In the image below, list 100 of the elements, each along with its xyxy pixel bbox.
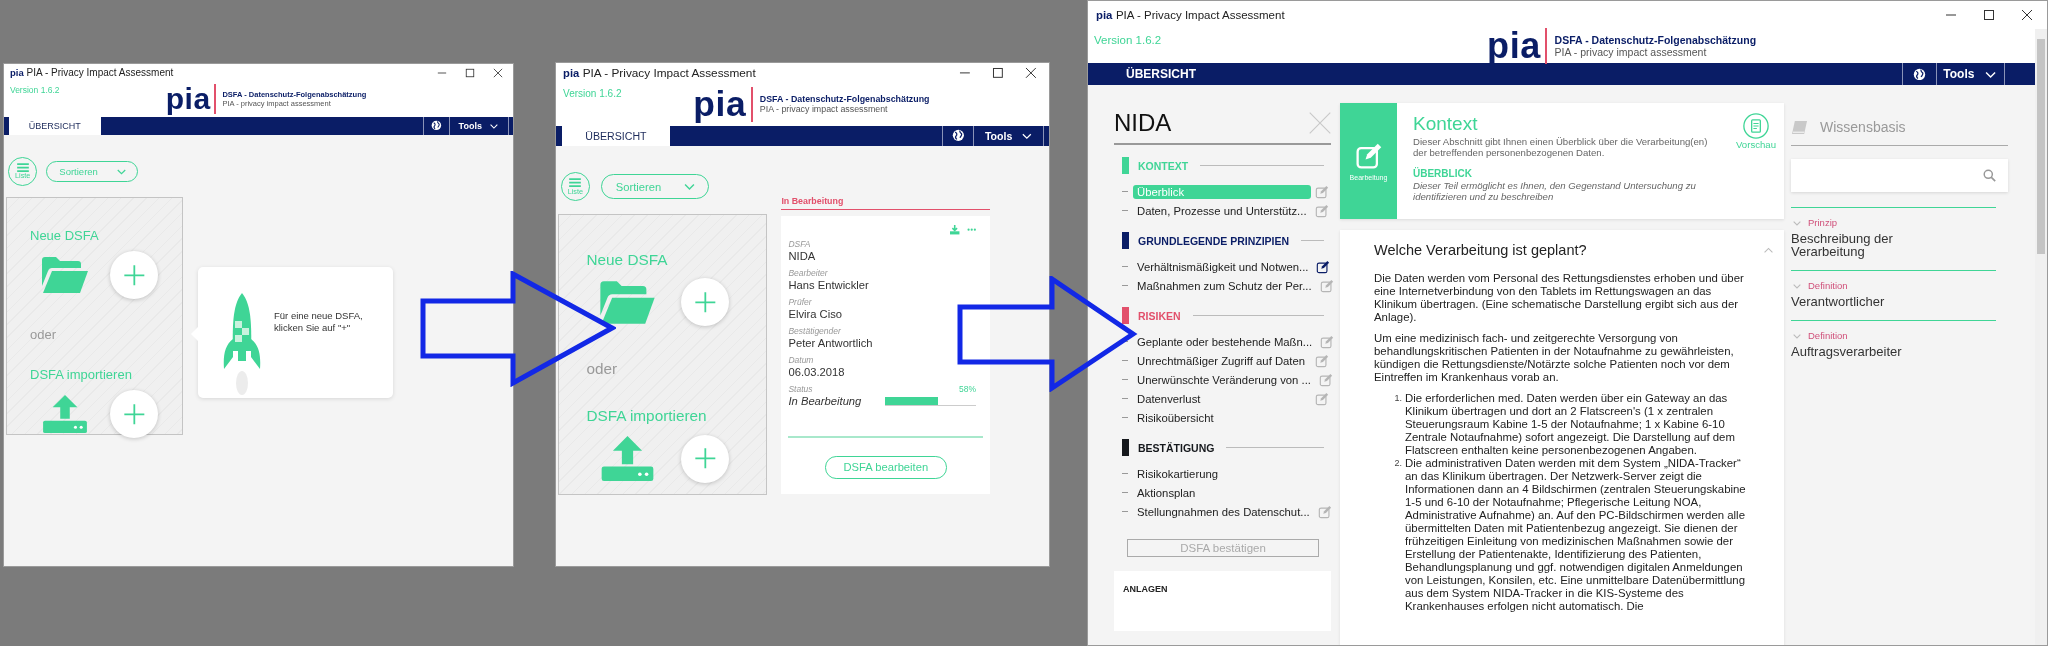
field-label: Status [788,384,813,395]
folder-icon [40,254,90,295]
app-icon: pia [1096,9,1113,21]
subsection-description: Dieser Teil ermöglicht es Ihnen, den Gegenstand Untersuchung zu identifizieren und zu beschreiben [1413,180,1697,203]
answer-list-item: Die erforderlichen med. Daten werden über ein Gateway an das Klinikum übertragen und dort an 2 Flatscreen's (1 x zentralen Steuerungsraum Kabine 1-5 der Notaufnahme; 1 x Kabine 6-10 Zentrale Notaufnahme) sofort angezeigt. Die Darstellung auf dem Flatscreen enthalten keine personenbezogenen Angaben. [1405,392,1736,457]
globe-icon [951,129,965,143]
add-button[interactable] [680,278,729,327]
import-pia-label: DSFA importieren [30,367,133,383]
list-number: 1. [1393,392,1403,405]
download-icon[interactable] [950,225,960,235]
entry-category: Prinzip [1808,217,1838,228]
import-pia-label: DSFA importieren [586,407,708,426]
list-number: 2. [1393,457,1403,470]
maximize-icon[interactable] [1983,9,1995,21]
logo: pia [693,86,753,122]
language-button[interactable] [942,125,975,147]
window-title: PIA - Privacy Impact Assessment [26,67,174,78]
entry-category: Definition [1808,280,1848,291]
nav-item[interactable]: Geplante oder bestehende Maßn... [1133,334,1317,349]
edit-icon[interactable] [1316,259,1331,274]
or-label: oder [586,359,619,378]
search-field[interactable] [1791,159,2008,192]
nav-item[interactable]: Datenverlust [1133,391,1311,406]
window-title: PIA - Privacy Impact Assessment [1115,9,1285,21]
field-label: Bearbeiter [788,268,829,279]
or-label: oder [30,327,58,343]
version-label: Version 1.6.2 [9,85,60,96]
entry-title[interactable]: Auftragsverarbeiter [1791,345,1911,358]
globe-icon [430,120,442,132]
maximize-icon[interactable] [992,67,1005,79]
close-icon[interactable] [493,67,503,78]
pia-title: NIDA [1114,109,1172,137]
tab[interactable]: ÜBERSICHT [9,117,101,135]
section-description: Dieser Abschnitt gibt Ihnen einen Überblick über die Verarbeitung(en) der betreffenden personenbezogenen Daten. [1413,136,1709,159]
entry-category: Definition [1808,330,1848,341]
app-tagline: PIA - privacy impact assessment [759,104,888,115]
question-title: Welche Verarbeitung ist geplant? [1374,242,1587,258]
app-icon: pia [563,67,580,79]
nav-item[interactable]: Verhältnismäßigkeit und Notwen... [1133,259,1313,274]
version-label: Version 1.6.2 [1094,34,1162,46]
version-label: Version 1.6.2 [563,88,622,100]
nav-item[interactable]: Maßnahmen zum Schutz der Per... [1133,278,1316,293]
nav-item[interactable]: Stellungnahmen des Datenschut... [1133,504,1314,519]
knowledge-base-title: Wissensbasis [1820,119,1906,135]
close-icon[interactable] [1025,67,1038,79]
upload-icon [40,394,90,435]
field-label: Bestätigender [788,326,842,337]
field-value: NIDA [788,249,817,264]
maximize-icon[interactable] [465,67,475,78]
app-subtitle: DSFA - Datenschutz-Folgenabschätzung [1554,34,1757,46]
app-tagline: PIA - privacy impact assessment [1554,46,1708,58]
chevron-down-icon [1020,131,1033,141]
nav-item[interactable]: Unerwünschte Veränderung von ... [1133,372,1315,387]
section-heading: GRUNDLEGENDE PRINZIPIEN [1138,234,1290,247]
field-label: Prüfer [788,297,813,308]
field-value: Peter Antwortlich [788,336,874,351]
book-icon [1791,119,1808,135]
field-value: 06.03.2018 [788,365,846,380]
status-value: In Bearbeitung [788,394,862,409]
list-icon [569,178,582,188]
nav-item[interactable]: Risikokartierung [1133,466,1313,481]
tab[interactable]: ÜBERSICHT [1088,63,1234,85]
nav-item[interactable]: Aktionsplan [1133,485,1313,500]
field-value: Hans Entwickler [788,278,870,293]
section-title: Kontext [1413,113,1479,135]
globe-icon [1913,67,1926,81]
search-icon [1983,169,1996,182]
add-button[interactable] [110,250,158,299]
answer-paragraph: Um eine medizinisch fach- und zeitgerechte Versorgung von behandlungskritischen Patienten in der Notaufnahme zu gewährleisten, kündigen die Rettungsdienste/Notärzte solche Patienten noch vor dem Eintreffen im Krankenhaus vorab an. [1374,332,1735,384]
section-heading: KONTEXT [1138,159,1189,172]
chevron-up-icon[interactable] [1763,245,1774,255]
new-pia-label: Neue DSFA [586,250,669,269]
field-value: Elvira Ciso [788,307,843,322]
entry-title[interactable]: Verantwortlicher [1791,295,1911,308]
tab[interactable]: ÜBERSICHT [561,125,670,147]
attachments-heading: ANLAGEN [1123,584,1168,594]
field-label: DSFA [788,239,812,250]
nav-item[interactable]: Daten, Prozesse und Unterstütz... [1133,203,1311,218]
answer-paragraph: Die Daten werden vom Personal des Rettungsdienstes erhoben und über eine Internetverbindung von den Tablets im Rettungswagen an das Klinikum übertragen. (Eine schematische Darstellung ergibt sich aus der Anlage). [1374,272,1744,324]
field-label: Datum [788,355,815,366]
list-icon [16,162,29,173]
language-button[interactable] [422,117,450,135]
close-icon[interactable] [2021,9,2033,21]
nav-item[interactable]: Risikoübersicht [1133,410,1313,425]
new-pia-label: Neue DSFA [30,227,100,243]
app-icon: pia [10,67,24,78]
window-title: PIA - Privacy Impact Assessment [582,66,756,80]
progress-reading: 58% [959,384,977,394]
add-button[interactable] [680,434,729,483]
app-subtitle: DSFA - Datenschutz-Folgenabschätzung [759,94,930,105]
column-heading: In Bearbeitung [781,195,991,210]
nav-item[interactable]: Unrechtmäßiger Zugriff auf Daten [1133,353,1311,368]
language-button[interactable] [1902,63,1937,85]
document-icon [1743,113,1769,139]
scrollbar[interactable] [2035,29,2047,645]
entry-title[interactable]: Beschreibung der Verarbeitung [1791,232,1911,258]
chevron-down-icon [683,181,697,193]
answer-list-item: Die administrativen Daten werden mit dem System „NIDA-Tracker“ an das Klinikum übertragen. Der Netzwerk-Server zeigt die Informationen dann an 4 Bildschirmen (zentralen Steuerungskabine 1-5 und 6-10 der Notaufnahme; Pflegerische Leitung NOA, Administrative Aufnahme) an. Auf den PC-Bildschirmen werden alle übermittelten Daten mit Patientenbezug angezeigt. Sie dienen der frühzeitigen Einleitung von medizinischen Maßnahmen sowie der Erstellung der Patientenakte, Identifizierung des Patienten, Behandlungsplanung und ggf. notwendigen digitalen Anmeldungen von Leistungen, Konsilen, etc. Eine unmittelbare Datenübermittlung aus dem System NIDA-Tracker in die KIS-Systeme des Krankenhauses erfolgen nicht automatisch. Die [1405,457,1747,613]
add-button[interactable] [110,390,158,439]
logo: pia [165,84,217,114]
